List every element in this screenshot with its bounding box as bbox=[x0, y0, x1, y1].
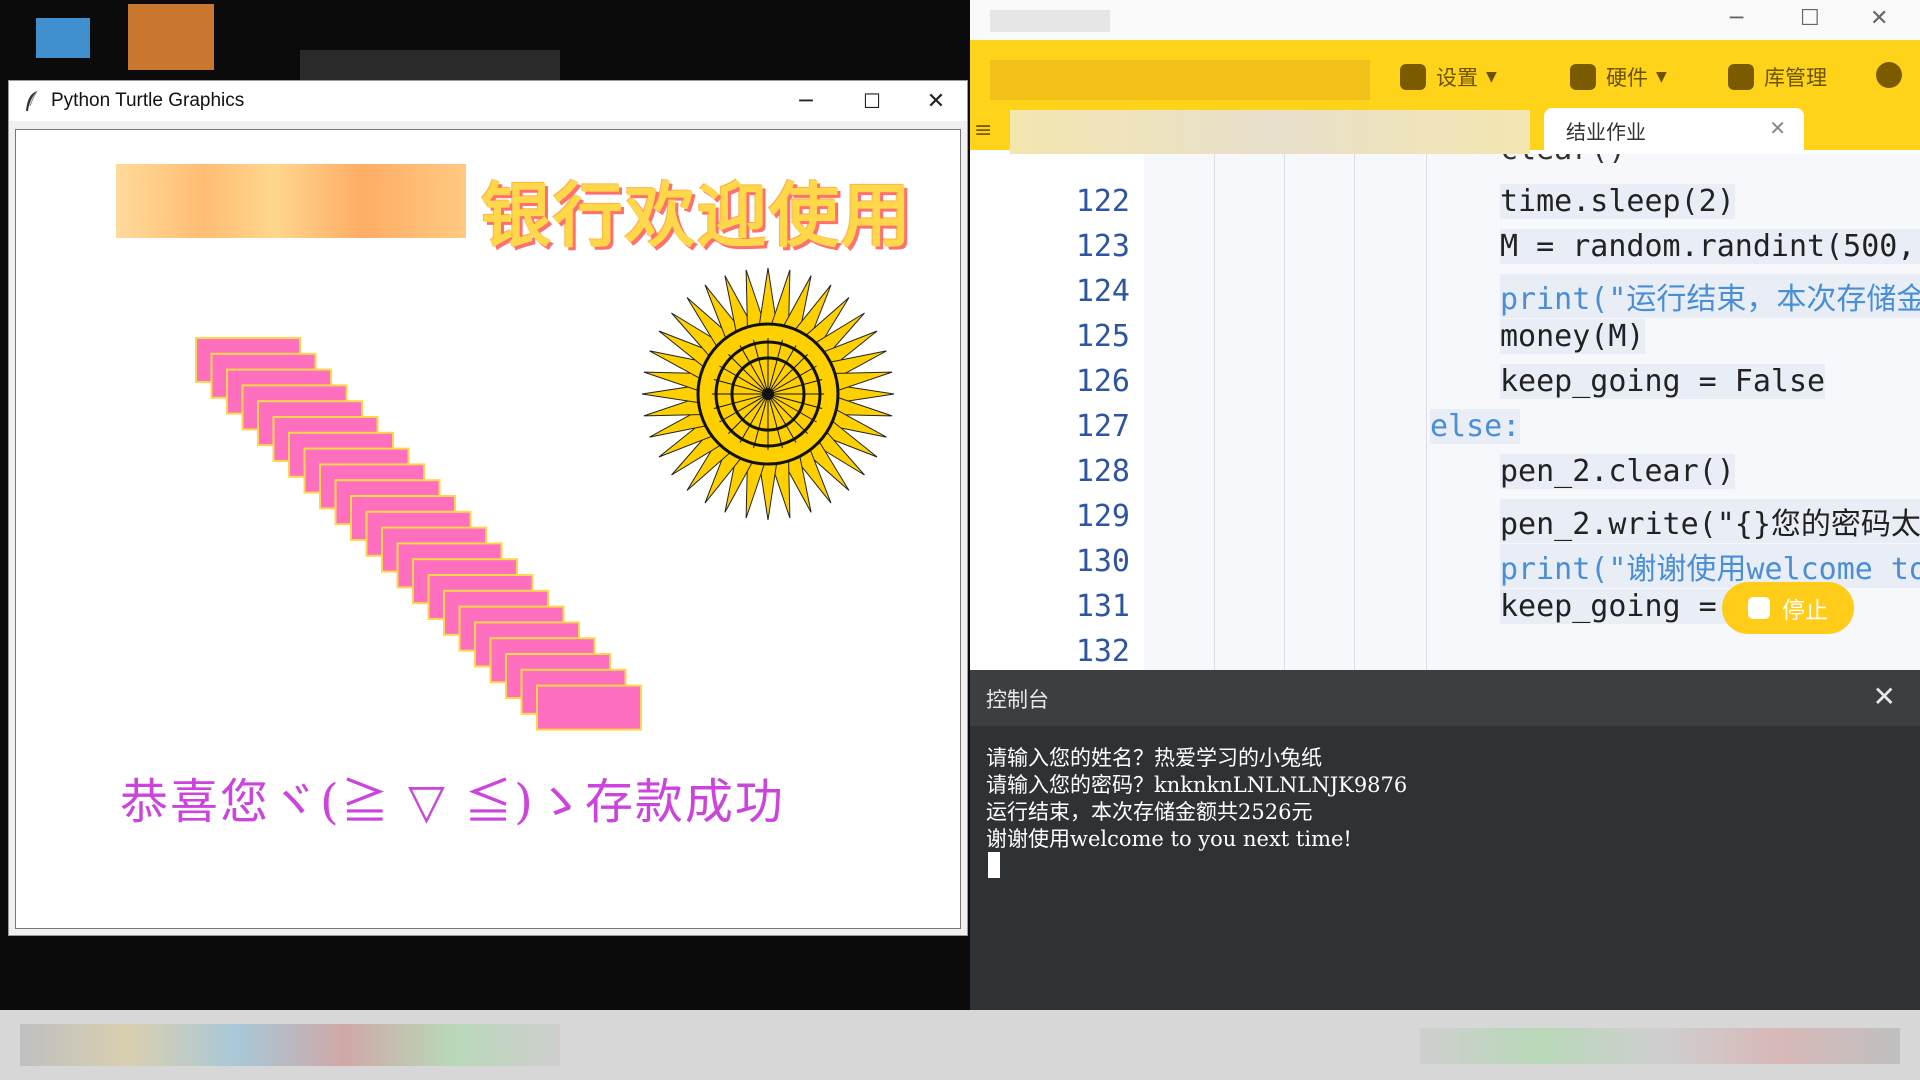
menu-icon[interactable]: ≡ bbox=[974, 118, 992, 143]
console-header: 控制台 ✕ bbox=[970, 670, 1920, 726]
indent-guide bbox=[1284, 154, 1285, 670]
maximize-icon: ☐ bbox=[863, 89, 881, 113]
stair-rect bbox=[536, 684, 642, 731]
ide-window: ─ ☐ ✕ 设置 ▼ 硬件 ▼ 库管理 ≡ 结业作业 ✕ clear() 12 bbox=[970, 0, 1920, 1010]
library-icon bbox=[1728, 64, 1754, 90]
indent-guide bbox=[1426, 154, 1427, 670]
console-panel: 控制台 ✕ 请输入您的姓名？热爱学习的小兔纸 请输入您的密码？knknknLNL… bbox=[970, 670, 1920, 1010]
tab-final-assignment[interactable]: 结业作业 ✕ bbox=[1544, 108, 1804, 154]
record-icon bbox=[1876, 62, 1902, 88]
close-button[interactable]: ✕ bbox=[907, 81, 965, 121]
ide-close-button[interactable]: ✕ bbox=[1870, 6, 1888, 31]
settings-menu[interactable]: 设置 ▼ bbox=[1400, 62, 1497, 92]
deposit-success-message: 恭喜您ヾ(≧ ▽ ≦)ゝ存款成功 bbox=[120, 774, 785, 830]
console-title: 控制台 bbox=[986, 688, 1049, 712]
line-number: 126 bbox=[1075, 364, 1130, 399]
more-toolbar-button[interactable] bbox=[1876, 62, 1902, 88]
code-line: print("谢谢使用welcome to yo bbox=[1500, 544, 1920, 588]
sunflower-drawing bbox=[641, 267, 895, 521]
turtle-canvas: 银行欢迎使用 恭喜您ヾ(≧ ▽ ≦)ゝ存款成功 bbox=[15, 129, 961, 929]
tab-close-icon[interactable]: ✕ bbox=[1769, 116, 1786, 140]
tab-label: 结业作业 bbox=[1566, 120, 1646, 144]
ide-minimize-button[interactable]: ─ bbox=[1730, 6, 1743, 31]
chevron-down-icon: ▼ bbox=[1656, 69, 1667, 85]
line-number: 128 bbox=[1075, 454, 1130, 489]
maximize-button[interactable]: ☐ bbox=[843, 81, 901, 121]
library-label: 库管理 bbox=[1764, 66, 1827, 90]
stop-label: 停止 bbox=[1782, 598, 1828, 624]
code-line: M = random.randint(500, 280 bbox=[1500, 229, 1920, 264]
line-number: 132 bbox=[1075, 634, 1130, 669]
settings-icon bbox=[1400, 64, 1426, 90]
line-number: 131 bbox=[1075, 589, 1130, 624]
turtle-window: Python Turtle Graphics ─ ☐ ✕ 银行欢迎使用 恭喜您ヾ… bbox=[8, 80, 968, 936]
minimize-icon: ─ bbox=[799, 88, 813, 114]
hardware-label: 硬件 bbox=[1606, 66, 1648, 90]
indent-guide bbox=[1354, 154, 1355, 670]
code-line: money(M) bbox=[1500, 319, 1645, 354]
ide-titlebar[interactable]: ─ ☐ ✕ bbox=[970, 0, 1920, 40]
settings-label: 设置 bbox=[1436, 66, 1478, 90]
line-number: 125 bbox=[1075, 319, 1130, 354]
console-close-icon[interactable]: ✕ bbox=[1873, 680, 1896, 713]
hardware-menu[interactable]: 硬件 ▼ bbox=[1570, 62, 1667, 92]
taskbar bbox=[0, 1010, 1920, 1080]
line-number: 130 bbox=[1075, 544, 1130, 579]
turtle-window-title: Python Turtle Graphics bbox=[51, 90, 245, 111]
code-line: keep_going = False bbox=[1500, 364, 1826, 399]
hardware-icon bbox=[1570, 64, 1596, 90]
code-line: else: bbox=[1430, 409, 1521, 444]
console-output-line: 谢谢使用welcome to you next time! bbox=[986, 827, 1352, 851]
desktop-icon-blur bbox=[128, 4, 214, 70]
turtle-window-titlebar[interactable]: Python Turtle Graphics ─ ☐ ✕ bbox=[9, 81, 967, 121]
line-number: 127 bbox=[1075, 409, 1130, 444]
line-number: 123 bbox=[1075, 229, 1130, 264]
line-number: 129 bbox=[1075, 499, 1130, 534]
desktop-blur bbox=[300, 50, 560, 80]
desktop-icon-blur bbox=[36, 18, 90, 58]
console-output-line: 请输入您的密码？knknknLNLNLNJK9876 bbox=[986, 773, 1408, 797]
toolbar-blur bbox=[990, 60, 1370, 100]
stop-icon bbox=[1748, 597, 1770, 619]
console-output-line: 请输入您的姓名？热爱学习的小兔纸 bbox=[986, 746, 1322, 770]
flower-dot bbox=[762, 388, 774, 400]
indent-guide bbox=[1214, 154, 1215, 670]
blurred-tabs bbox=[1010, 110, 1530, 154]
chevron-down-icon: ▼ bbox=[1486, 69, 1497, 85]
minimize-button[interactable]: ─ bbox=[777, 81, 835, 121]
taskbar-icons-blur bbox=[20, 1024, 560, 1066]
stop-button[interactable]: 停止 bbox=[1722, 582, 1854, 634]
library-manager-button[interactable]: 库管理 bbox=[1728, 62, 1827, 92]
taskbar-tray-blur bbox=[1420, 1028, 1900, 1064]
feather-icon bbox=[26, 90, 38, 111]
ide-maximize-button[interactable]: ☐ bbox=[1800, 6, 1820, 31]
code-line: pen_2.clear() bbox=[1500, 454, 1735, 489]
partial-code-line: clear() bbox=[1500, 154, 1626, 167]
code-line: time.sleep(2) bbox=[1500, 184, 1735, 219]
titlebar-blur bbox=[990, 10, 1110, 32]
code-line: pen_2.write("{}您的密码太弱 bbox=[1500, 499, 1920, 543]
console-output-line: 运行结束，本次存储金额共2526元 bbox=[986, 800, 1313, 824]
code-line: print("运行结束，本次存储金额 bbox=[1500, 274, 1920, 318]
line-number: 124 bbox=[1075, 274, 1130, 309]
close-icon: ✕ bbox=[926, 88, 946, 114]
console-input-cursor[interactable] bbox=[988, 852, 1000, 878]
line-number: 122 bbox=[1075, 184, 1130, 219]
